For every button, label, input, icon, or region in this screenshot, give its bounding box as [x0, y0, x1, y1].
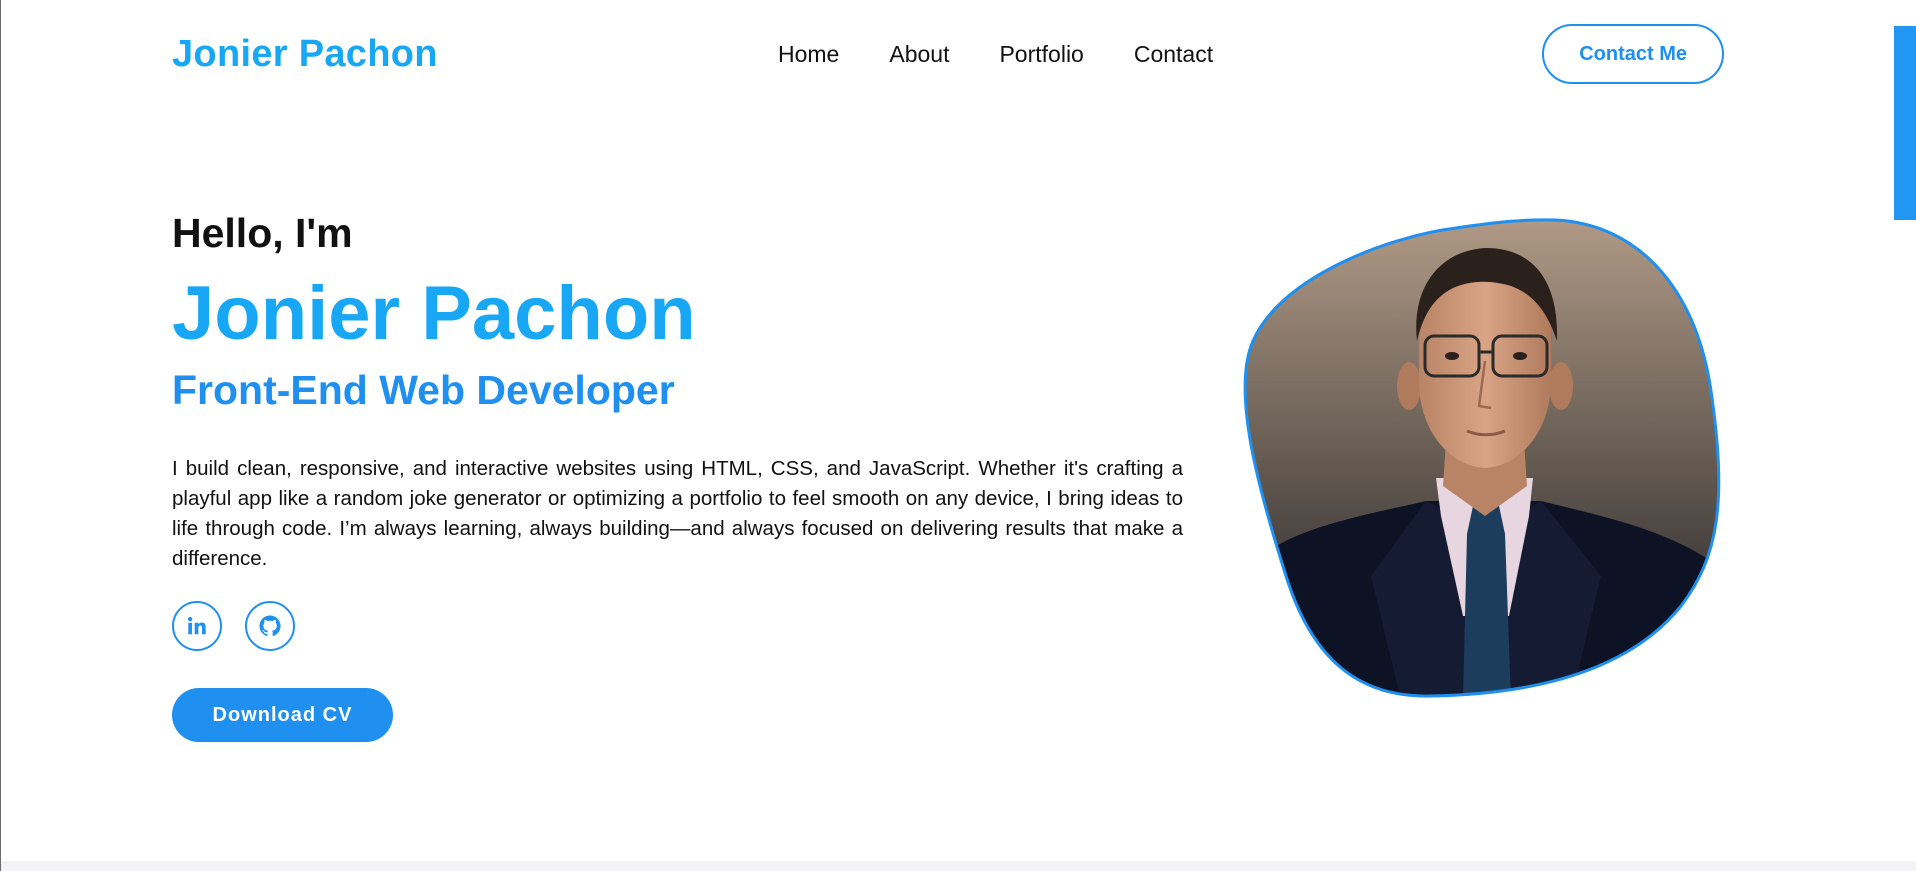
scrollbar-thumb[interactable] — [1894, 26, 1916, 220]
nav-link-about[interactable]: About — [889, 41, 949, 68]
contact-me-button[interactable]: Contact Me — [1542, 24, 1724, 84]
social-links — [172, 601, 295, 651]
hero-greeting: Hello, I'm — [172, 210, 353, 256]
main-nav: Home About Portfolio Contact — [778, 24, 1213, 84]
hero-intro: Hello, I'm Jonier Pachon Front-End Web D… — [172, 206, 1183, 574]
download-cv-button[interactable]: Download CV — [172, 688, 393, 742]
site-header: Jonier Pachon Home About Portfolio Conta… — [172, 24, 1724, 84]
hero-bio: I build clean, responsive, and interacti… — [172, 457, 1183, 570]
next-section-edge — [1, 861, 1916, 871]
hero-name: Jonier Pachon — [172, 271, 696, 356]
profile-photo — [1243, 218, 1721, 698]
portfolio-page: Jonier Pachon Home About Portfolio Conta… — [0, 0, 1916, 871]
nav-link-contact[interactable]: Contact — [1134, 41, 1213, 68]
nav-link-home[interactable]: Home — [778, 41, 839, 68]
github-link[interactable] — [245, 601, 295, 651]
linkedin-icon — [187, 616, 206, 635]
hero-role: Front-End Web Developer — [172, 367, 675, 413]
nav-link-portfolio[interactable]: Portfolio — [999, 41, 1083, 68]
site-logo[interactable]: Jonier Pachon — [172, 33, 438, 76]
github-icon — [259, 615, 281, 637]
linkedin-link[interactable] — [172, 601, 222, 651]
